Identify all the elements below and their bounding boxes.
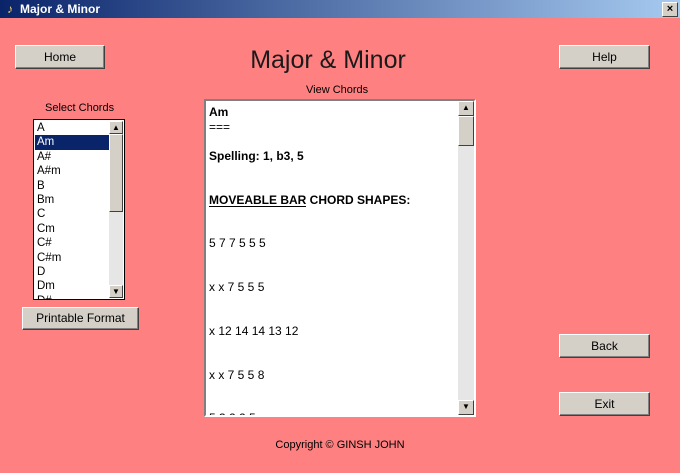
help-button[interactable]: Help — [559, 45, 650, 69]
chord-text-line — [209, 353, 459, 368]
viewer-scrollbar[interactable]: ▲ ▼ — [458, 101, 474, 415]
arrow-down-icon[interactable]: ▼ — [458, 400, 474, 415]
chord-text-line: Am — [209, 105, 229, 119]
chord-text-line: === — [209, 119, 231, 134]
list-item[interactable]: C#m — [35, 251, 109, 265]
list-item[interactable]: A — [35, 121, 109, 135]
arrow-up-icon[interactable]: ▲ — [458, 101, 474, 116]
list-item[interactable]: Am — [35, 135, 109, 150]
chord-text-line: x 12 14 14 13 12 — [209, 323, 299, 338]
chord-text-line — [209, 309, 459, 324]
close-button[interactable]: × — [662, 2, 678, 17]
chord-text-line: Spelling: 1, b3, 5 — [209, 148, 304, 163]
copyright-text: Copyright © GINSH JOHN — [275, 439, 405, 451]
window-title: Major & Minor — [20, 2, 100, 16]
list-item[interactable]: A# — [35, 150, 109, 164]
chord-list-scrollbar[interactable]: ▲ ▼ — [109, 121, 123, 298]
chord-text-line: x x 7 5 5 5 — [209, 280, 265, 295]
chord-text-line — [209, 134, 459, 149]
guitar-icon: ♪ — [7, 2, 13, 16]
list-item[interactable]: D — [35, 265, 109, 279]
home-button[interactable]: Home — [15, 45, 105, 69]
list-item[interactable]: A#m — [35, 164, 109, 178]
chord-text-line — [209, 163, 459, 178]
back-button[interactable]: Back — [559, 334, 650, 358]
chord-text-line: x x 7 5 5 8 — [209, 367, 265, 382]
list-item[interactable]: C — [35, 207, 109, 221]
arrow-down-icon[interactable]: ▼ — [109, 285, 123, 298]
chord-text-line — [209, 339, 459, 354]
list-item[interactable]: D# — [35, 294, 109, 299]
chord-text-line — [209, 397, 459, 412]
select-chords-label: Select Chords — [45, 102, 115, 114]
exit-button[interactable]: Exit — [559, 392, 650, 416]
list-item[interactable]: C# — [35, 236, 109, 250]
chord-text-line — [209, 207, 459, 222]
list-item[interactable]: Bm — [35, 193, 109, 207]
scroll-thumb[interactable] — [458, 116, 474, 146]
chord-text-line — [209, 295, 459, 310]
view-chords-label: View Chords — [306, 84, 369, 96]
scroll-thumb[interactable] — [109, 134, 123, 212]
title-bar: ♪ Major & Minor × — [0, 0, 680, 18]
chord-text-line: 5 7 7 5 5 5 — [209, 236, 266, 251]
chord-listbox[interactable]: AAmA#A#mBBmCCmC#C#mDDmD# ▲ ▼ — [33, 119, 125, 300]
chord-text-line — [209, 382, 459, 397]
chord-text-line: MOVEABLE BAR CHORD SHAPES: — [209, 192, 411, 207]
chord-text: Am === Spelling: 1, b3, 5 MOVEABLE BAR CHOR… — [209, 105, 459, 415]
printable-format-button[interactable]: Printable Format — [22, 307, 139, 330]
chord-text-line — [209, 222, 459, 237]
page-title: Major & Minor — [250, 46, 406, 74]
chord-text-line — [209, 178, 459, 193]
list-item[interactable]: B — [35, 179, 109, 193]
chord-text-line — [209, 266, 459, 281]
chord-text-line: 5 3 2 2 5 x — [209, 411, 459, 415]
arrow-up-icon[interactable]: ▲ — [109, 121, 123, 134]
list-item[interactable]: Dm — [35, 279, 109, 293]
list-item[interactable]: Cm — [35, 222, 109, 236]
chord-text-line — [209, 251, 459, 266]
chord-viewer[interactable]: Am === Spelling: 1, b3, 5 MOVEABLE BAR CHOR… — [204, 99, 476, 417]
